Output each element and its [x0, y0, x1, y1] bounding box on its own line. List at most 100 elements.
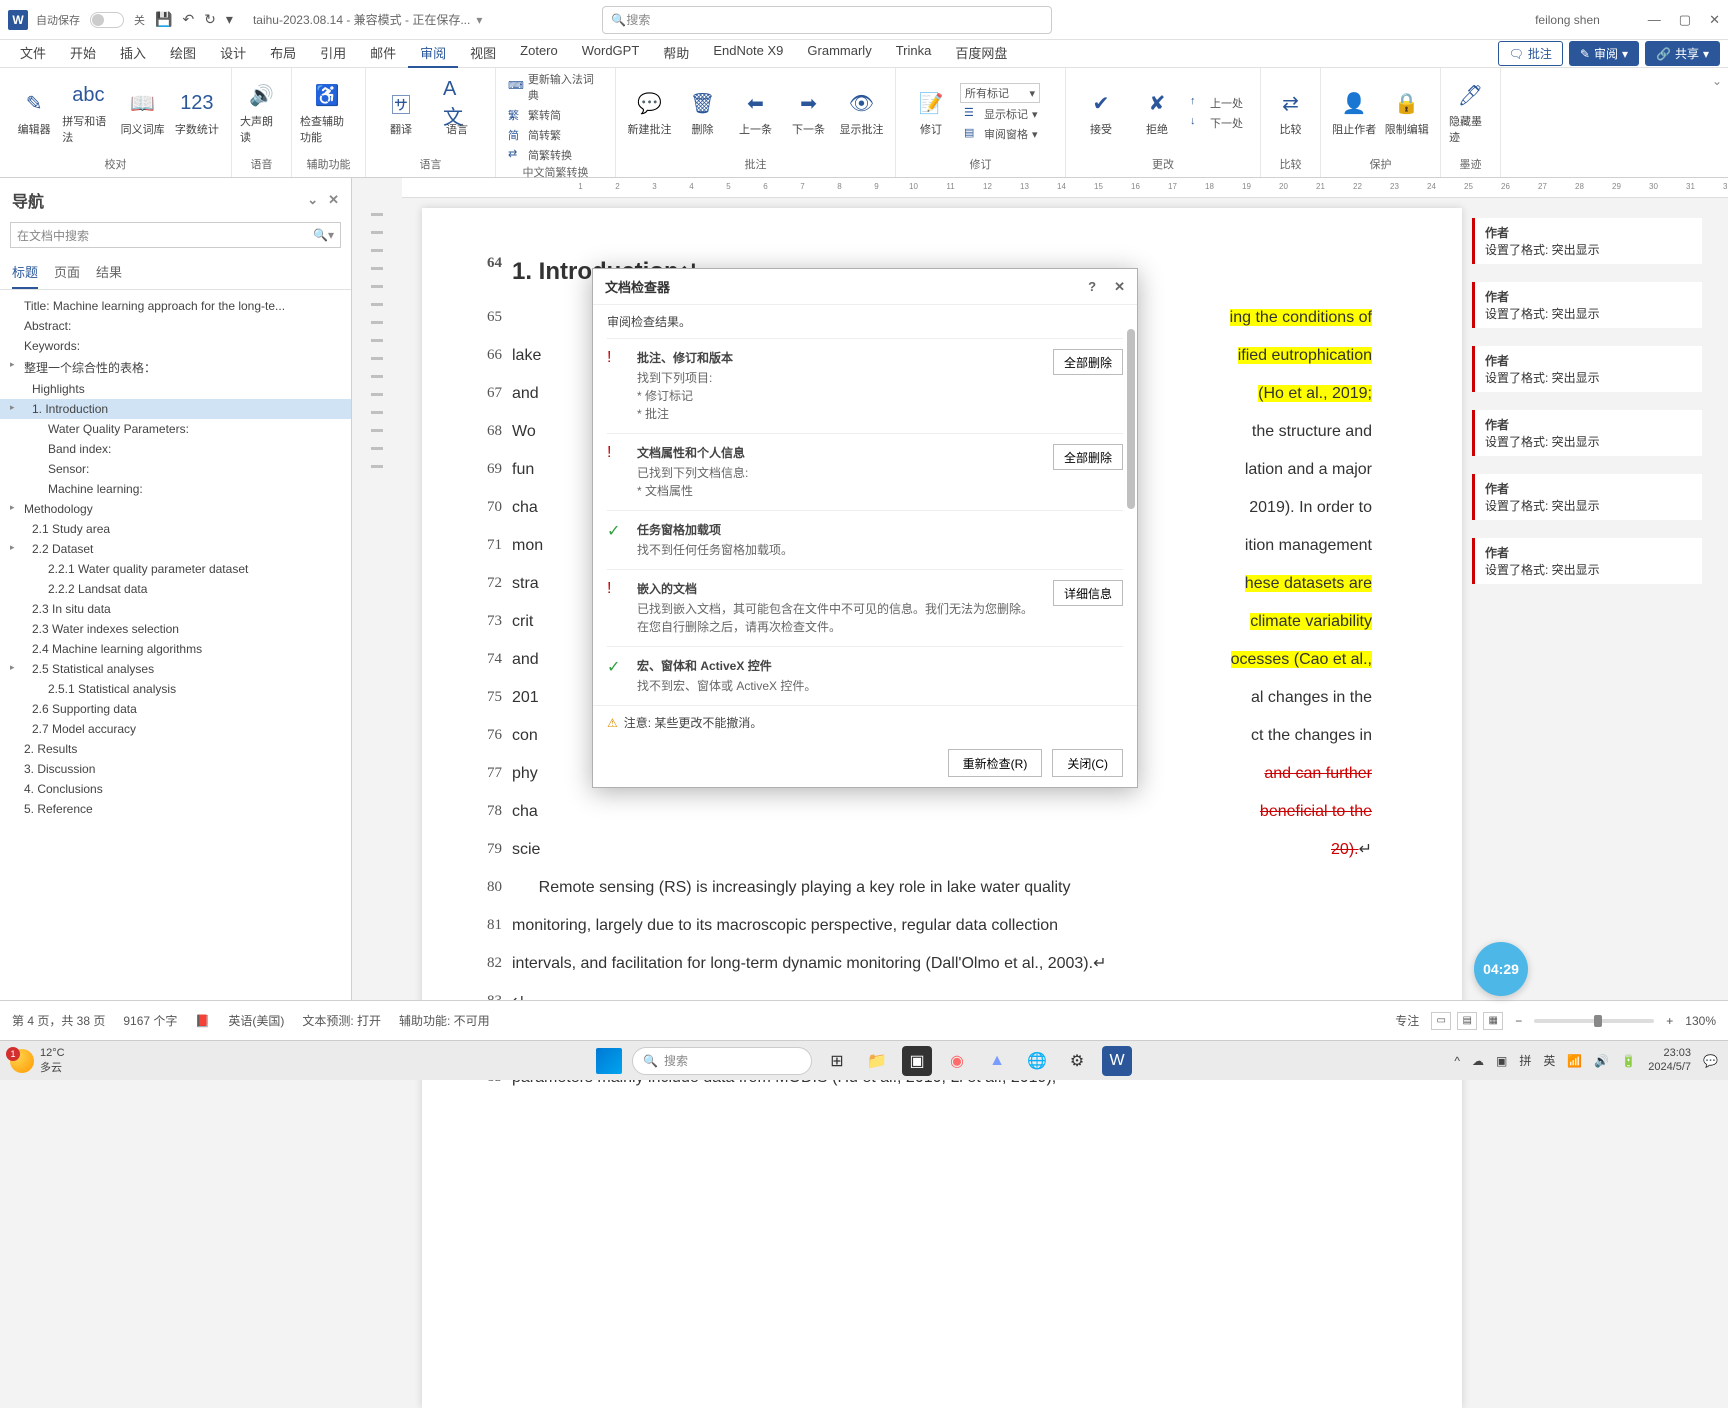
- zoom-slider[interactable]: [1534, 1019, 1654, 1023]
- start-button[interactable]: [596, 1048, 622, 1074]
- comment-card[interactable]: 作者设置了格式: 突出显示: [1472, 282, 1702, 328]
- nav-chevron-icon[interactable]: ⌄: [307, 192, 318, 208]
- display-mode-combo[interactable]: 所有标记▾: [960, 83, 1040, 103]
- ribbon-tab[interactable]: Trinka: [884, 39, 944, 68]
- ribbon-tab[interactable]: 设计: [208, 39, 258, 68]
- comments-button[interactable]: 🗨 批注: [1498, 41, 1563, 66]
- twisty-icon[interactable]: ▸: [10, 402, 15, 413]
- language-indicator[interactable]: 英语(美国): [228, 1012, 284, 1029]
- ribbon-tab[interactable]: 帮助: [651, 39, 701, 68]
- ribbon-tab[interactable]: 文件: [8, 39, 58, 68]
- app-icon-3[interactable]: ▲: [982, 1046, 1012, 1076]
- outline-item[interactable]: 5. Reference: [0, 799, 351, 819]
- dialog-scrollbar[interactable]: [1127, 338, 1135, 509]
- outline-item[interactable]: Highlights: [0, 379, 351, 399]
- outline-item[interactable]: 2.6 Supporting data: [0, 699, 351, 719]
- ribbon-tab[interactable]: 开始: [58, 39, 108, 68]
- translate-button[interactable]: 🈂翻译: [374, 74, 428, 152]
- outline-item[interactable]: 2.5.1 Statistical analysis: [0, 679, 351, 699]
- notifications-icon[interactable]: 💬: [1703, 1054, 1718, 1068]
- outline-item[interactable]: ▸1. Introduction: [0, 399, 351, 419]
- new-comment-button[interactable]: 💬新建批注: [624, 74, 675, 152]
- review-button[interactable]: ✎ 审阅 ▾: [1569, 41, 1639, 66]
- settings-icon[interactable]: ⚙: [1062, 1046, 1092, 1076]
- comment-card[interactable]: 作者设置了格式: 突出显示: [1472, 346, 1702, 392]
- block-authors-button[interactable]: 👤阻止作者: [1329, 74, 1380, 152]
- ribbon-tab[interactable]: Grammarly: [795, 39, 883, 68]
- outline-item[interactable]: 2.2.2 Landsat data: [0, 579, 351, 599]
- outline-item[interactable]: 2.2.1 Water quality parameter dataset: [0, 559, 351, 579]
- ribbon-tab[interactable]: Zotero: [508, 39, 570, 68]
- outline-item[interactable]: ▸2.2 Dataset: [0, 539, 351, 559]
- update-ime-button[interactable]: ⌨更新输入法词典: [504, 70, 607, 104]
- autosave-toggle[interactable]: 自动保存 关: [36, 12, 145, 28]
- nav-tab-headings[interactable]: 标题: [12, 256, 38, 289]
- tray-lang-icon[interactable]: 英: [1543, 1052, 1555, 1069]
- show-comments-button[interactable]: 👁显示批注: [836, 74, 887, 152]
- ribbon-tab[interactable]: 引用: [308, 39, 358, 68]
- restrict-edit-button[interactable]: 🔒限制编辑: [1382, 74, 1433, 152]
- wordcount-button[interactable]: 123字数统计: [171, 74, 223, 152]
- language-button[interactable]: A文语言: [430, 74, 484, 152]
- next-change-button[interactable]: ↓下一处: [1186, 114, 1247, 132]
- delete-comment-button[interactable]: 🗑删除: [677, 74, 728, 152]
- track-changes-button[interactable]: 📝修订: [904, 74, 958, 152]
- t2s-button[interactable]: 繁繁转简: [504, 106, 607, 124]
- twisty-icon[interactable]: ▸: [10, 502, 15, 513]
- prev-change-button[interactable]: ↑上一处: [1186, 94, 1247, 112]
- s2t-button[interactable]: 简简转繁: [504, 126, 607, 144]
- tray-volume-icon[interactable]: 🔊: [1594, 1054, 1609, 1068]
- outline-item[interactable]: Water Quality Parameters:: [0, 419, 351, 439]
- tray-chevron-icon[interactable]: ^: [1454, 1054, 1460, 1068]
- tray-battery-icon[interactable]: 🔋: [1621, 1054, 1636, 1068]
- user-account[interactable]: feilong shen: [1535, 7, 1632, 33]
- qat-more-icon[interactable]: ▾: [226, 11, 233, 28]
- app-icon-2[interactable]: ◉: [942, 1046, 972, 1076]
- undo-icon[interactable]: ↶: [182, 11, 194, 28]
- accept-button[interactable]: ✔接受: [1074, 74, 1128, 152]
- thesaurus-button[interactable]: 📖同义词库: [117, 74, 169, 152]
- taskbar-search[interactable]: 🔍搜索: [632, 1047, 812, 1075]
- read-mode-icon[interactable]: ▭: [1431, 1012, 1451, 1030]
- comment-card[interactable]: 作者设置了格式: 突出显示: [1472, 218, 1702, 264]
- spell-check-icon[interactable]: 📕: [195, 1014, 210, 1028]
- explorer-icon[interactable]: 📁: [862, 1046, 892, 1076]
- outline-item[interactable]: 2.1 Study area: [0, 519, 351, 539]
- editor-button[interactable]: ✎编辑器: [8, 74, 60, 152]
- outline-item[interactable]: 2.4 Machine learning algorithms: [0, 639, 351, 659]
- app-icon-1[interactable]: ▣: [902, 1046, 932, 1076]
- convert-button[interactable]: ⇄简繁转换: [504, 146, 607, 164]
- dialog-close-icon[interactable]: ✕: [1114, 279, 1125, 295]
- timer-badge[interactable]: 04:29: [1474, 942, 1528, 996]
- ribbon-tab[interactable]: 插入: [108, 39, 158, 68]
- autosave-switch[interactable]: [90, 12, 124, 28]
- outline-item[interactable]: ▸2.5 Statistical analyses: [0, 659, 351, 679]
- hide-ink-button[interactable]: 🖊隐藏墨迹: [1449, 74, 1492, 152]
- tray-app-icon[interactable]: ▣: [1496, 1054, 1507, 1068]
- save-icon[interactable]: 💾: [155, 11, 172, 28]
- close-button[interactable]: 关闭(C): [1052, 749, 1123, 777]
- tray-wifi-icon[interactable]: 📶: [1567, 1054, 1582, 1068]
- zoom-in-icon[interactable]: +: [1666, 1014, 1673, 1028]
- outline-item[interactable]: 2. Results: [0, 739, 351, 759]
- zoom-out-icon[interactable]: −: [1515, 1014, 1522, 1028]
- ribbon-tab[interactable]: 审阅: [408, 39, 458, 68]
- outline-item[interactable]: 2.3 Water indexes selection: [0, 619, 351, 639]
- section-action-button[interactable]: 全部删除: [1053, 349, 1123, 375]
- spelling-button[interactable]: abc拼写和语法: [62, 74, 114, 152]
- review-pane-button[interactable]: ▤审阅窗格 ▾: [960, 125, 1042, 143]
- reject-button[interactable]: ✘拒绝: [1130, 74, 1184, 152]
- tray-ime-icon[interactable]: 拼: [1519, 1052, 1531, 1069]
- zoom-level[interactable]: 130%: [1685, 1014, 1716, 1028]
- text-prediction[interactable]: 文本预测: 打开: [302, 1012, 381, 1029]
- search-box[interactable]: 🔍 搜索: [602, 6, 1052, 34]
- title-dropdown-icon[interactable]: ▾: [476, 13, 482, 27]
- ribbon-tab[interactable]: 绘图: [158, 39, 208, 68]
- section-action-button[interactable]: 全部删除: [1053, 444, 1123, 470]
- ribbon-tab[interactable]: WordGPT: [570, 39, 652, 68]
- comment-card[interactable]: 作者设置了格式: 突出显示: [1472, 538, 1702, 584]
- minimize-icon[interactable]: —: [1648, 12, 1661, 28]
- nav-tab-pages[interactable]: 页面: [54, 256, 80, 289]
- twisty-icon[interactable]: ▸: [10, 542, 15, 553]
- outline-item[interactable]: Sensor:: [0, 459, 351, 479]
